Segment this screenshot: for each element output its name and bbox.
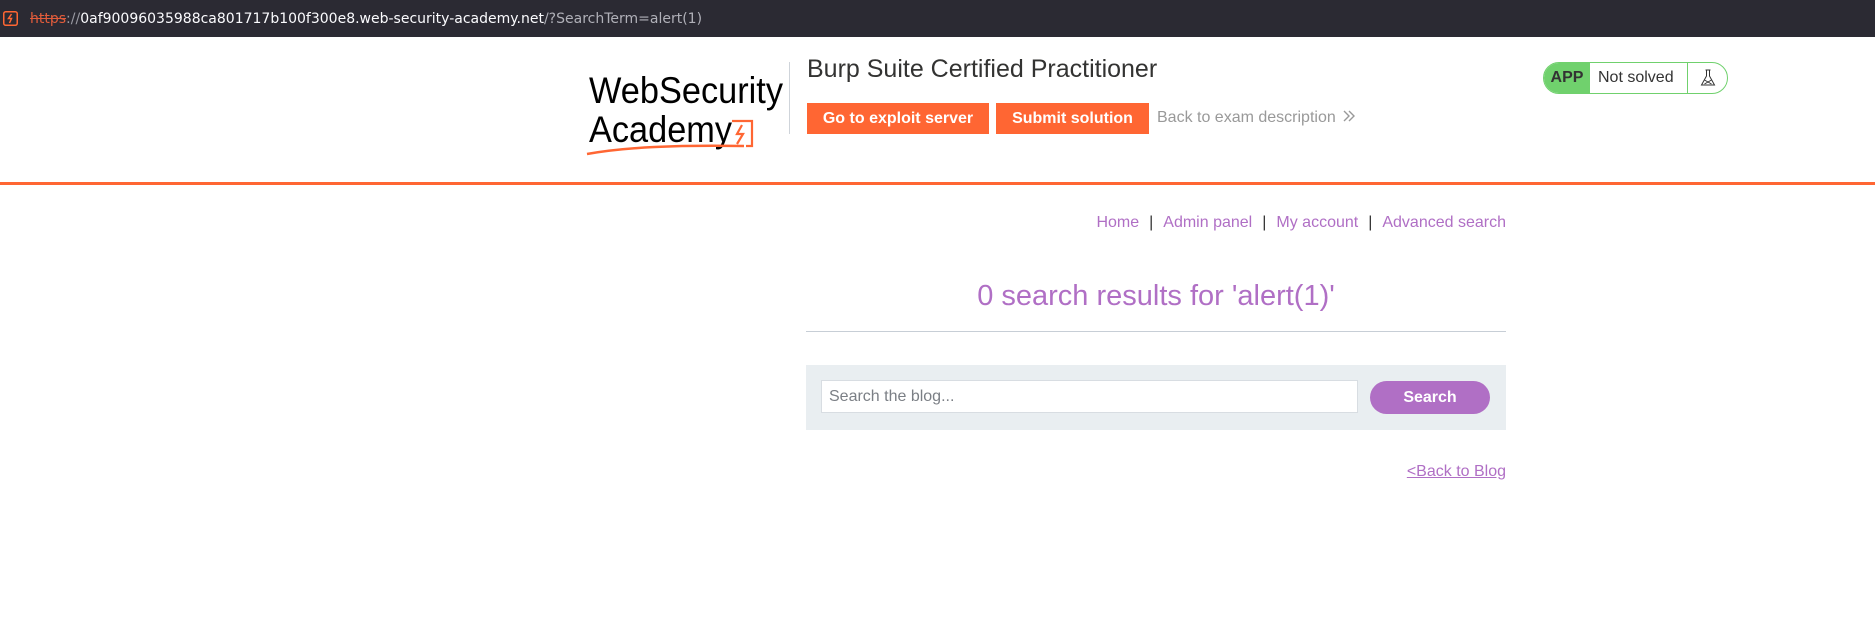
back-to-blog-link[interactable]: <Back to Blog — [1407, 463, 1506, 481]
logo-divider — [789, 62, 790, 134]
url-host: 0af90096035988ca801717b100f300e8.web-sec… — [80, 10, 544, 27]
browser-url-bar[interactable]: https://0af90096035988ca801717b100f300e8… — [0, 0, 1875, 37]
go-to-exploit-server-button[interactable]: Go to exploit server — [807, 103, 989, 134]
submit-solution-button[interactable]: Submit solution — [996, 103, 1149, 134]
back-link-label: Back to exam description — [1157, 109, 1336, 126]
double-chevron-right-icon — [1343, 109, 1356, 127]
url-text[interactable]: https://0af90096035988ca801717b100f300e8… — [30, 11, 702, 27]
nav-home-link[interactable]: Home — [1096, 214, 1139, 231]
status-text: Not solved — [1590, 63, 1688, 93]
lab-favicon-icon — [2, 11, 18, 27]
lab-title: Burp Suite Certified Practitioner — [807, 55, 1158, 83]
nav-separator: | — [1368, 214, 1373, 231]
url-scheme: https — [30, 10, 67, 27]
search-panel: Search — [806, 365, 1506, 430]
flask-icon — [1688, 63, 1727, 93]
results-divider — [806, 331, 1506, 332]
lab-header: WebSecurity Academy Burp Suite Certified… — [0, 37, 1875, 182]
status-app-badge: APP — [1544, 63, 1590, 93]
top-nav: Home | Admin panel | My account | Advanced sea… — [1096, 214, 1506, 232]
web-security-academy-logo[interactable]: WebSecurity Academy — [586, 61, 790, 171]
nav-separator: | — [1262, 214, 1267, 231]
logo-line1: WebSecurity — [589, 70, 783, 111]
search-input[interactable] — [821, 380, 1358, 413]
nav-my-account-link[interactable]: My account — [1276, 214, 1358, 231]
nav-admin-panel-link[interactable]: Admin panel — [1163, 214, 1252, 231]
nav-separator: | — [1149, 214, 1154, 231]
url-separator: :// — [66, 10, 81, 27]
nav-advanced-search-link[interactable]: Advanced search — [1382, 214, 1506, 231]
logo-line2: Academy — [589, 109, 732, 150]
lab-status-widget: APP Not solved — [1543, 62, 1728, 94]
search-button[interactable]: Search — [1370, 381, 1490, 414]
search-results-heading: 0 search results for 'alert(1)' — [977, 280, 1335, 312]
header-accent-rule — [0, 182, 1875, 185]
back-to-exam-description-link[interactable]: Back to exam description — [1157, 109, 1356, 127]
url-path: /?SearchTerm=alert(1) — [543, 10, 703, 27]
